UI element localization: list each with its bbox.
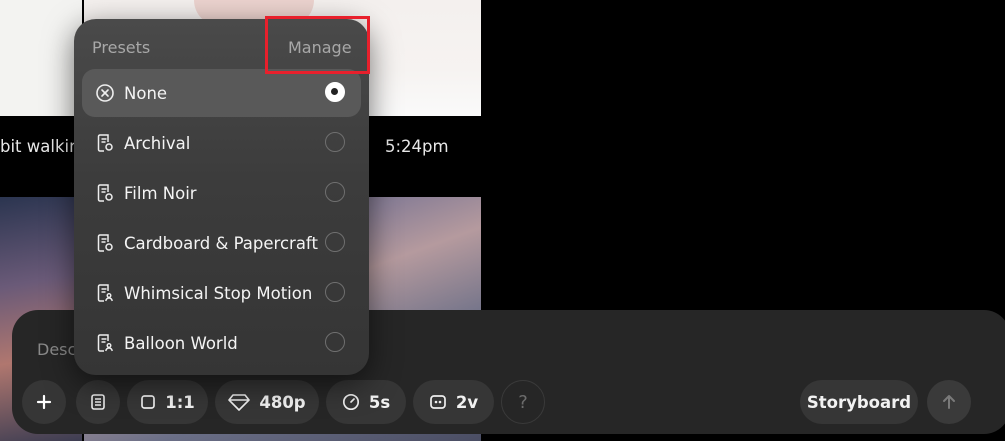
presets-popover: Presets Manage None Archival Film Noir C… [74,19,369,375]
variations-icon [429,393,447,411]
preset-radio[interactable] [325,282,345,302]
preset-item-whimsical-stop-motion[interactable]: Whimsical Stop Motion [82,269,361,317]
square-icon [140,394,156,410]
document-gear-icon [94,232,116,254]
preset-label: Balloon World [124,333,238,353]
plus-icon [36,394,52,410]
preset-label: Whimsical Stop Motion [124,283,313,303]
preset-item-balloon-world[interactable]: Balloon World [82,319,361,367]
preset-label: Archival [124,133,191,153]
add-button[interactable] [22,380,66,424]
circle-x-icon [94,82,116,104]
preset-item-cardboard-papercraft[interactable]: Cardboard & Papercraft [82,219,361,267]
preset-label: Film Noir [124,183,197,203]
presets-title: Presets [92,38,151,57]
resolution-button[interactable]: 480p [215,380,319,424]
storyboard-button[interactable]: Storyboard [800,380,918,424]
diamond-icon [228,393,251,411]
help-button[interactable]: ? [501,380,545,424]
resolution-label: 480p [259,392,306,412]
preset-radio[interactable] [325,82,345,102]
duration-label: 5s [368,392,391,412]
duration-button[interactable]: 5s [326,380,406,424]
clock-icon [342,393,360,411]
media-timestamp: 5:24pm [385,137,449,156]
variations-button[interactable]: 2v [413,380,494,424]
aspect-ratio-label: 1:1 [165,392,195,412]
preset-label: Cardboard & Papercraft [124,233,318,253]
preset-label: None [124,83,168,103]
preset-radio[interactable] [325,332,345,352]
preset-radio[interactable] [325,182,345,202]
preset-item-film-noir[interactable]: Film Noir [82,169,361,217]
media-thumbnail[interactable] [0,0,82,116]
presets-button[interactable] [76,380,120,424]
arrow-up-icon [940,393,958,411]
document-user-icon [94,282,116,304]
document-user-icon [94,332,116,354]
variations-label: 2v [455,392,479,412]
manage-presets-link[interactable]: Manage [288,38,352,57]
composer-toolbar: 1:1 480p 5s 2v ? Storyboard [12,380,1005,428]
document-icon [89,393,107,411]
document-gear-icon [94,132,116,154]
preset-item-archival[interactable]: Archival [82,119,361,167]
send-button[interactable] [927,380,971,424]
aspect-ratio-button[interactable]: 1:1 [127,380,208,424]
preset-item-none[interactable]: None [82,69,361,117]
document-gear-icon [94,182,116,204]
preset-radio[interactable] [325,232,345,252]
preset-radio[interactable] [325,132,345,152]
prompt-input[interactable]: Desc [37,340,76,359]
